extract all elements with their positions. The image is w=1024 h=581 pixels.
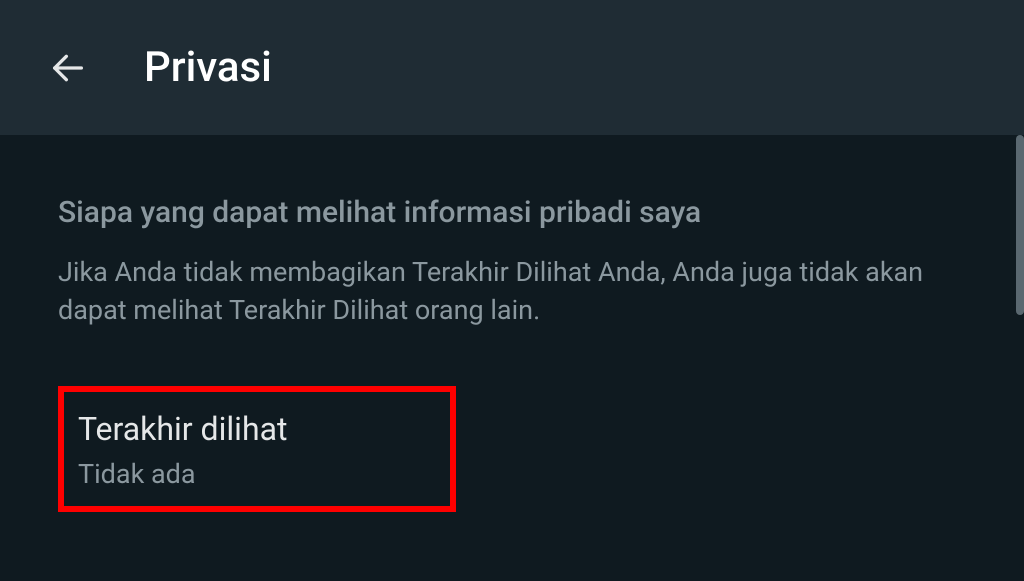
scrollbar[interactable] [1016,135,1024,315]
setting-last-seen[interactable]: Terakhir dilihat Tidak ada [58,386,456,512]
setting-title: Terakhir dilihat [78,410,436,448]
page-title: Privasi [144,43,272,92]
arrow-left-icon [48,48,88,88]
content: Siapa yang dapat melihat informasi priba… [0,135,1024,512]
section-heading: Siapa yang dapat melihat informasi priba… [58,195,966,230]
header: Privasi [0,0,1024,135]
setting-value: Tidak ada [78,458,436,490]
back-button[interactable] [48,48,88,88]
section-description: Jika Anda tidak membagikan Terakhir Dili… [58,254,966,330]
